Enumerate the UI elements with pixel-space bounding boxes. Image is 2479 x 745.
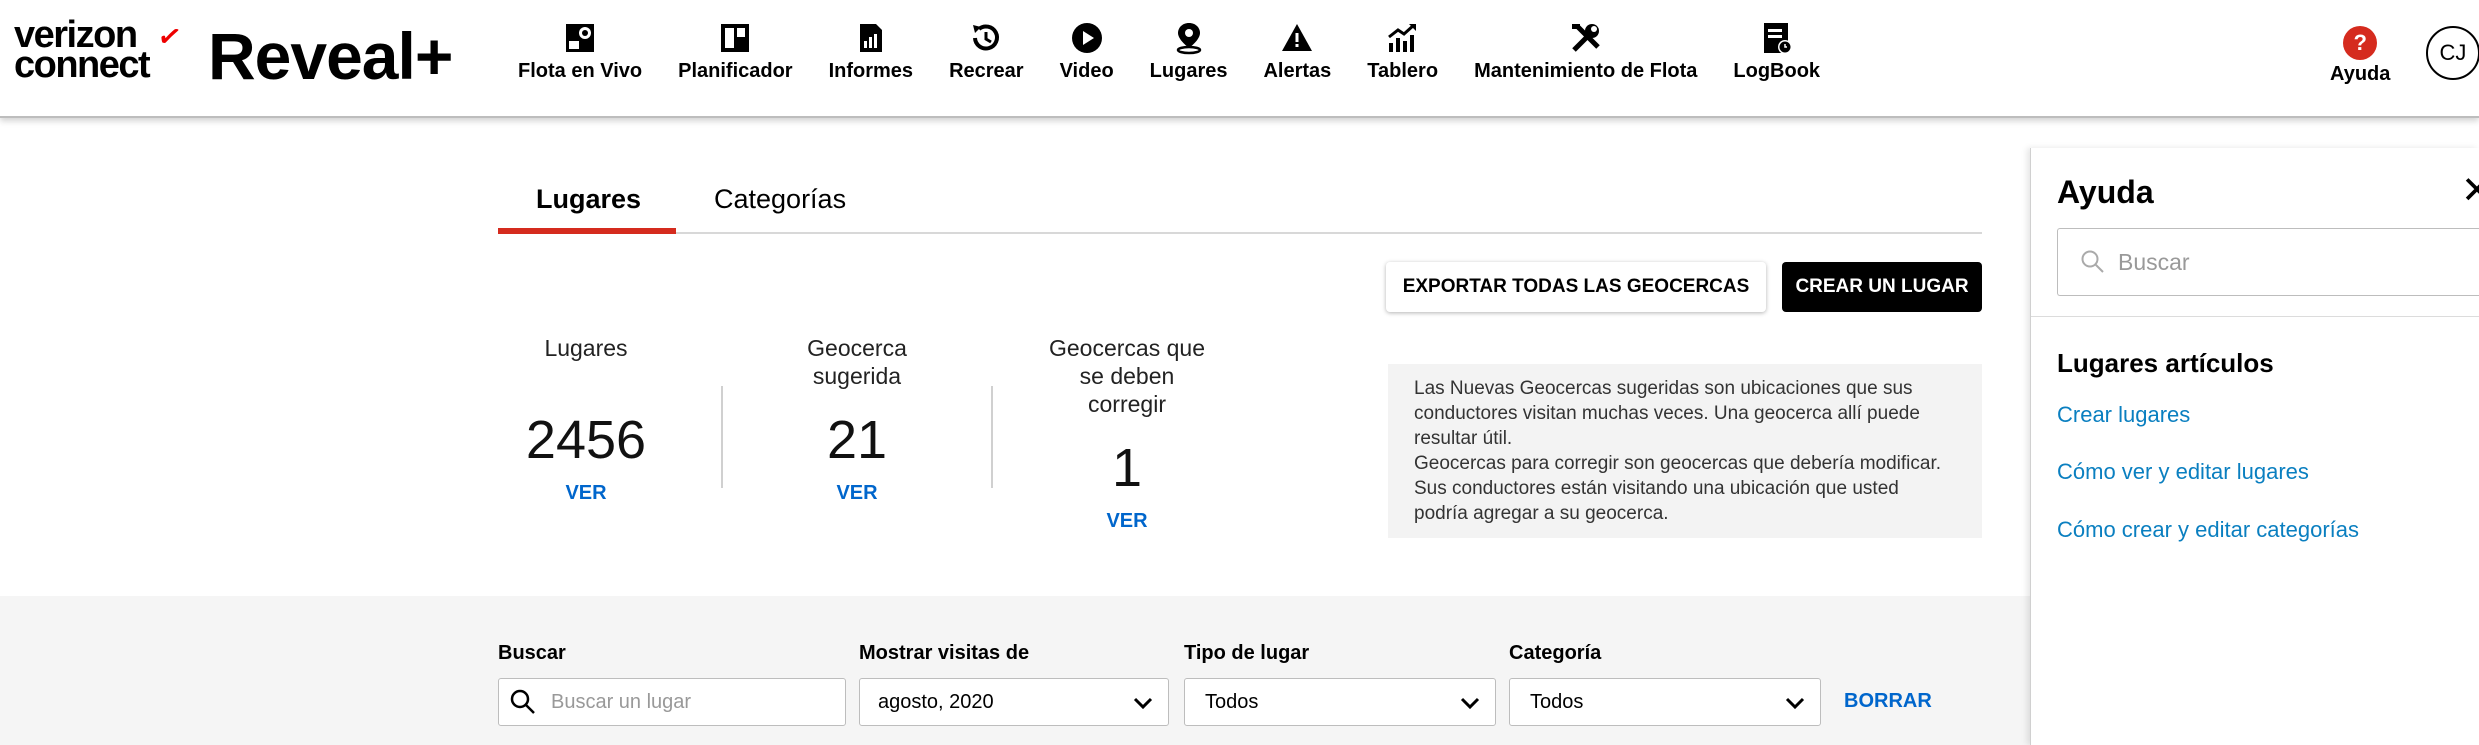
nav-mantenimiento[interactable]: Mantenimiento de Flota <box>1456 18 1715 98</box>
create-place-button[interactable]: CREAR UN LUGAR <box>1782 262 1982 312</box>
category-label: Categoría <box>1509 642 1602 664</box>
nav-planificador[interactable]: Planificador <box>660 18 810 98</box>
nav-label: Video <box>1059 60 1114 82</box>
stat-value: 1 <box>1111 438 1143 498</box>
logbook-icon <box>1757 18 1797 58</box>
help-link-ver-editar-lugares[interactable]: Cómo ver y editar lugares <box>2057 459 2309 485</box>
visits-label: Mostrar visitas de <box>859 642 1030 664</box>
nav-video[interactable]: Video <box>1042 18 1132 98</box>
help-section-title: Lugares artículos <box>2057 348 2274 378</box>
logo-line-2: connect <box>14 44 151 86</box>
export-geofences-button[interactable]: EXPORTAR TODAS LAS GEOCERCAS <box>1386 262 1766 312</box>
stat-geofences-to-fix: Geocercas que se deben corregir 1 VER <box>997 334 1257 533</box>
nav-label: Planificador <box>678 60 793 82</box>
close-icon[interactable]: ✕ <box>2461 168 2479 213</box>
nav-label: Informes <box>828 60 914 82</box>
reveal-logo[interactable]: Reveal+ <box>208 16 453 96</box>
help-link-crear-editar-categorias[interactable]: Cómo crear y editar categorías <box>2057 517 2359 543</box>
stat-suggested-geofence: Geocerca sugerida 21 VER <box>727 334 987 505</box>
nav-label: Mantenimiento de Flota <box>1474 60 1698 82</box>
chevron-down-icon <box>1784 692 1806 720</box>
stat-view-link[interactable]: VER <box>997 510 1257 533</box>
report-icon <box>851 18 891 58</box>
stat-value: 21 <box>826 410 888 470</box>
tab-categorias[interactable]: Categorías <box>714 176 846 234</box>
maintenance-tools-icon <box>1566 18 1606 58</box>
stat-title-line: Geocerca <box>807 335 907 361</box>
fleet-map-icon <box>560 18 600 58</box>
nav-flota-en-vivo[interactable]: Flota en Vivo <box>500 18 660 98</box>
help-question-icon: ? <box>2343 26 2378 60</box>
nav-label: Lugares <box>1149 60 1228 82</box>
nav-label: Alertas <box>1263 60 1332 82</box>
alert-icon <box>1277 18 1317 58</box>
user-avatar[interactable]: CJ <box>2426 26 2479 80</box>
help-panel-title: Ayuda <box>2057 174 2154 210</box>
stat-divider <box>721 386 723 488</box>
place-search-input[interactable]: Buscar un lugar <box>498 678 846 726</box>
stat-places: Lugares 2456 VER <box>456 334 716 505</box>
location-pin-icon <box>1169 18 1209 58</box>
verizon-connect-logo[interactable]: verizon connect ✓ <box>14 16 184 86</box>
nav-label: Flota en Vivo <box>518 60 643 82</box>
help-panel: Ayuda ✕ Buscar Lugares artículos Crear l… <box>2030 148 2479 745</box>
dashboard-chart-icon <box>1383 18 1423 58</box>
info-paragraph: Geocercas para corregir son geocercas qu… <box>1414 453 1941 524</box>
planner-icon <box>715 18 755 58</box>
nav-tablero[interactable]: Tablero <box>1349 18 1456 98</box>
nav-logbook[interactable]: LogBook <box>1715 18 1838 98</box>
place-type-label: Tipo de lugar <box>1184 642 1310 664</box>
geofence-info-box: Las Nuevas Geocercas sugeridas son ubica… <box>1388 364 1982 538</box>
video-play-icon <box>1067 18 1107 58</box>
info-paragraph: Las Nuevas Geocercas sugeridas son ubica… <box>1414 378 1920 449</box>
stat-value: 2456 <box>525 410 647 470</box>
help-search-placeholder: Buscar <box>2118 248 2190 275</box>
category-value: Todos <box>1530 690 1584 713</box>
help-link-crear-lugares[interactable]: Crear lugares <box>2057 402 2190 428</box>
place-type-select[interactable]: Todos <box>1184 678 1496 726</box>
nav-label: Tablero <box>1367 60 1439 82</box>
search-icon <box>509 688 537 716</box>
nav-label: LogBook <box>1733 60 1821 82</box>
replay-icon <box>966 18 1006 58</box>
stat-divider <box>991 386 993 488</box>
stat-title: Lugares <box>544 335 628 361</box>
clear-filters-button[interactable]: BORRAR <box>1844 690 1932 713</box>
chevron-down-icon <box>1132 692 1154 720</box>
category-select[interactable]: Todos <box>1509 678 1821 726</box>
chevron-down-icon <box>1459 692 1481 720</box>
help-panel-divider <box>2031 316 2479 317</box>
places-tabs: Lugares Categorías <box>498 176 1982 234</box>
stat-title-line: Geocercas que <box>1049 335 1205 361</box>
help-nav-label: Ayuda <box>2330 63 2391 85</box>
stat-title-line: sugerida <box>812 363 902 389</box>
nav-recrear[interactable]: Recrear <box>931 18 1042 98</box>
search-placeholder: Buscar un lugar <box>551 690 692 713</box>
stat-title-line: corregir <box>1088 391 1166 417</box>
top-navigation-bar: verizon connect ✓ Reveal+ Flota en Vivo … <box>0 0 2479 118</box>
place-type-value: Todos <box>1205 690 1259 713</box>
main-nav: Flota en Vivo Planificador Informes Recr… <box>500 18 1838 98</box>
logo-check-icon: ✓ <box>155 19 184 54</box>
search-label: Buscar <box>498 642 566 664</box>
stat-title-line: se deben <box>1079 363 1175 389</box>
visits-month-select[interactable]: agosto, 2020 <box>859 678 1169 726</box>
search-icon <box>2080 249 2106 275</box>
nav-alertas[interactable]: Alertas <box>1245 18 1349 98</box>
nav-lugares[interactable]: Lugares <box>1132 18 1246 98</box>
help-nav-button[interactable]: ? Ayuda <box>2330 26 2390 86</box>
stat-view-link[interactable]: VER <box>456 482 716 505</box>
tab-lugares[interactable]: Lugares <box>498 176 676 234</box>
help-search-input[interactable]: Buscar <box>2057 228 2479 296</box>
nav-informes[interactable]: Informes <box>811 18 931 98</box>
stat-view-link[interactable]: VER <box>727 482 987 505</box>
nav-label: Recrear <box>949 60 1024 82</box>
visits-month-value: agosto, 2020 <box>878 690 994 713</box>
